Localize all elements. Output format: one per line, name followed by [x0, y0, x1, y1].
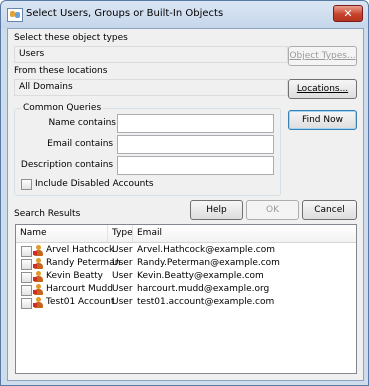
email-contains-label: Email contains :: [47, 139, 119, 149]
locations-button-label: Locations...: [296, 84, 349, 94]
users-dialog-icon: [7, 8, 23, 22]
user-icon: [33, 245, 44, 256]
locations-button[interactable]: Locations...: [288, 79, 357, 99]
include-disabled-label: Include Disabled Accounts: [35, 179, 154, 189]
ok-button[interactable]: OK: [246, 200, 299, 220]
row-checkbox[interactable]: [21, 259, 32, 270]
user-icon: [33, 284, 44, 295]
include-disabled-checkbox[interactable]: [21, 179, 32, 190]
cell-type: User: [112, 271, 133, 281]
table-row[interactable]: Kevin Beatty User Kevin.Beatty@example.com: [16, 270, 356, 283]
cell-name: Arvel Hathcock: [46, 245, 115, 255]
cell-name: Kevin Beatty: [46, 271, 103, 281]
window-title: Select Users, Groups or Built-In Objects: [26, 8, 224, 19]
row-checkbox[interactable]: [21, 246, 32, 257]
search-results-list[interactable]: Name Type Email Arvel Hathcock User Arvel.…: [15, 224, 357, 374]
search-results-label: Search Results: [14, 209, 81, 219]
column-header-type[interactable]: Type: [108, 225, 133, 242]
table-row[interactable]: Harcourt Mudd User harcourt.mudd@example.o…: [16, 283, 356, 296]
cell-type: User: [112, 284, 133, 294]
user-icon: [33, 271, 44, 282]
user-icon: [33, 258, 44, 269]
find-now-button[interactable]: Find Now: [288, 110, 357, 130]
locations-field: All Domains: [14, 79, 288, 96]
help-button[interactable]: Help: [190, 200, 243, 220]
cell-name: Randy Peterman: [46, 258, 121, 268]
close-button[interactable]: ✕: [333, 5, 363, 22]
object-types-field: Users: [14, 46, 288, 63]
cell-name: Harcourt Mudd: [46, 284, 113, 294]
cell-type: User: [112, 258, 133, 268]
dialog-window: Select Users, Groups or Built-In Objects…: [0, 0, 369, 386]
locations-label: From these locations: [14, 66, 108, 76]
email-contains-input[interactable]: [117, 135, 274, 154]
object-types-button[interactable]: Object Types...: [288, 46, 357, 66]
column-header-email[interactable]: Email: [133, 225, 355, 242]
row-checkbox[interactable]: [21, 298, 32, 309]
object-types-button-label: Object Types...: [289, 51, 356, 61]
cell-email: Arvel.Hathcock@example.com: [137, 245, 276, 255]
description-contains-label: Description contains :: [20, 160, 119, 170]
cell-email: harcourt.mudd@example.org: [137, 284, 270, 294]
table-row[interactable]: Randy Peterman User Randy.Peterman@example…: [16, 257, 356, 270]
table-row[interactable]: Arvel Hathcock User Arvel.Hathcock@example…: [16, 244, 356, 257]
description-contains-input[interactable]: [117, 156, 274, 175]
common-queries-group: Common Queries Name contains: Email cont…: [14, 103, 281, 196]
name-contains-input[interactable]: [117, 114, 274, 133]
dialog-body: Select these object types Users Object T…: [7, 28, 364, 381]
cell-email: Randy.Peterman@example.com: [137, 258, 280, 268]
title-bar[interactable]: Select Users, Groups or Built-In Objects…: [1, 1, 368, 28]
object-types-label: Select these object types: [14, 33, 128, 43]
cell-type: User: [112, 245, 133, 255]
row-checkbox[interactable]: [21, 285, 32, 296]
column-header-name[interactable]: Name: [16, 225, 108, 242]
user-icon: [33, 297, 44, 308]
name-contains-label: Name contains:: [48, 118, 119, 128]
cell-type: User: [112, 297, 133, 307]
cancel-button[interactable]: Cancel: [302, 200, 357, 220]
table-row[interactable]: Test01 Account User test01.account@example…: [16, 296, 356, 309]
cell-email: Kevin.Beatty@example.com: [137, 271, 264, 281]
results-header: Name Type Email: [16, 225, 356, 243]
cell-email: test01.account@example.com: [137, 297, 275, 307]
cell-name: Test01 Account: [46, 297, 115, 307]
row-checkbox[interactable]: [21, 272, 32, 283]
common-queries-title: Common Queries: [21, 103, 104, 113]
